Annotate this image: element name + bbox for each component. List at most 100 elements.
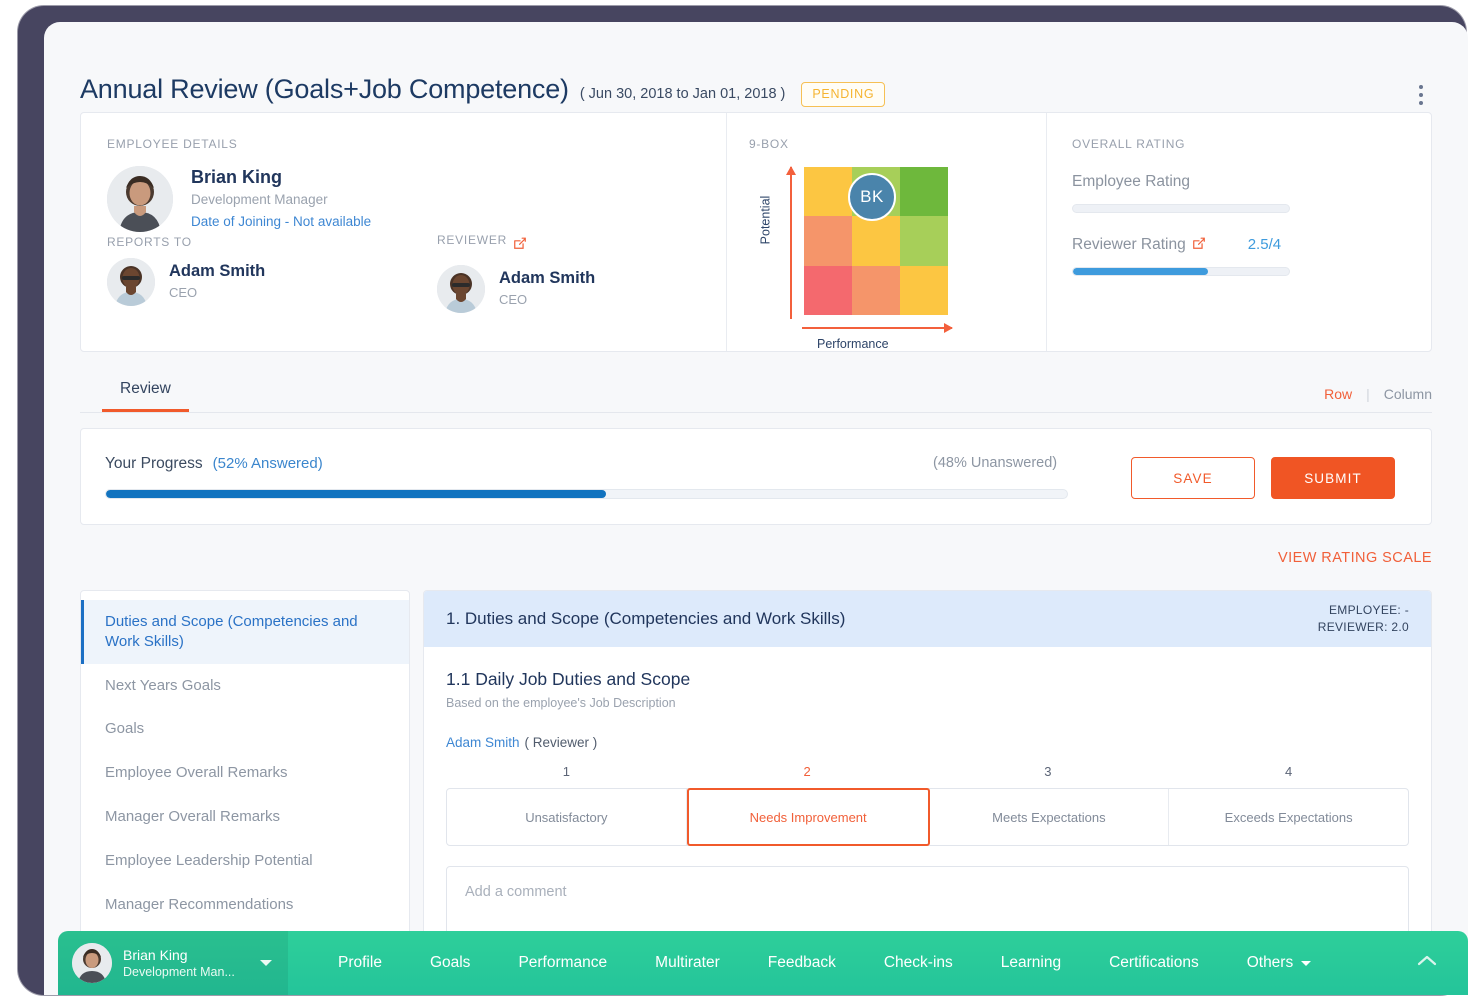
nine-box-cell-8 xyxy=(900,265,948,315)
section-content-card: 1. Duties and Scope (Competencies and Wo… xyxy=(423,590,1432,970)
chevron-up-icon[interactable] xyxy=(1416,954,1438,973)
view-mode-row[interactable]: Row xyxy=(1324,386,1352,402)
chevron-down-icon[interactable] xyxy=(260,960,272,966)
sidebar-item-3[interactable]: Employee Overall Remarks xyxy=(81,751,409,795)
nav-link-others[interactable]: Others xyxy=(1247,954,1312,972)
sidebar-item-4[interactable]: Manager Overall Remarks xyxy=(81,795,409,839)
potential-axis xyxy=(786,166,796,319)
nav-link-goals[interactable]: Goals xyxy=(430,954,471,972)
nav-link-performance[interactable]: Performance xyxy=(518,954,607,972)
reports-to-label: REPORTS TO xyxy=(107,235,192,249)
nav-link-label: Others xyxy=(1246,954,1294,971)
reports-to-block: REPORTS TO Adam Smith CEO xyxy=(107,233,437,313)
user-chip-role: Development Man... xyxy=(123,964,235,979)
progress-unanswered: (48% Unanswered) xyxy=(933,455,1058,471)
nav-link-multirater[interactable]: Multirater xyxy=(655,954,720,972)
user-chip[interactable]: Brian King Development Man... xyxy=(58,931,288,995)
employee-details-label: EMPLOYEE DETAILS xyxy=(107,137,238,151)
sidebar-item-6[interactable]: Manager Recommendations xyxy=(81,883,409,927)
view-mode-column[interactable]: Column xyxy=(1384,386,1432,402)
edit-square-icon[interactable] xyxy=(513,236,527,255)
nav-link-feedback[interactable]: Feedback xyxy=(768,954,836,972)
reports-to-name: Adam Smith xyxy=(169,262,266,281)
nav-link-label: Profile xyxy=(338,954,382,971)
scale-number-4: 4 xyxy=(1285,764,1293,779)
scale-option-2[interactable]: Needs Improvement xyxy=(686,788,930,846)
nav-link-label: Multirater xyxy=(655,954,720,971)
nav-link-label: Check-ins xyxy=(883,954,953,971)
sidebar-item-5[interactable]: Employee Leadership Potential xyxy=(81,839,409,883)
reviewer-rating-value: 2.5/4 xyxy=(1247,236,1282,253)
nine-box-cell-5 xyxy=(900,216,948,266)
review-period: ( Jun 30, 2018 to Jan 01, 2018 ) xyxy=(579,86,786,102)
nav-link-label: Performance xyxy=(518,954,608,971)
overall-rating-section: OVERALL RATING Employee Rating Reviewer … xyxy=(1046,113,1431,351)
progress-answered: (52% Answered) xyxy=(212,455,323,472)
reviewer-name: Adam Smith xyxy=(499,269,596,288)
scale-number-2: 2 xyxy=(803,764,811,779)
view-mode-toggle: Row | Column xyxy=(1324,386,1432,412)
reviewer-block: REVIEWER Adam Smith CEO xyxy=(437,233,595,313)
nav-link-check-ins[interactable]: Check-ins xyxy=(884,954,953,972)
reviewer-score: REVIEWER: 2.0 xyxy=(1317,620,1409,634)
question-block: 1.1 Daily Job Duties and Scope Based on … xyxy=(424,647,1431,938)
comment-input[interactable]: Add a comment xyxy=(446,866,1409,938)
rater-line: Adam Smith ( Reviewer ) xyxy=(446,735,1409,750)
nine-box-cell-4 xyxy=(852,216,900,266)
progress-card: Your Progress (52% Answered) (48% Unansw… xyxy=(80,428,1432,525)
scale-option-3[interactable]: Meets Expectations xyxy=(930,789,1170,845)
scale-option-4[interactable]: Exceeds Expectations xyxy=(1169,789,1408,845)
reviewer-rating-bar xyxy=(1072,267,1290,276)
nine-box-section: 9-BOX Potential Performance BK xyxy=(726,113,1046,351)
nav-link-label: Learning xyxy=(1000,954,1062,971)
page-title: Annual Review (Goals+Job Competence) xyxy=(80,74,569,104)
nine-box-label: 9-BOX xyxy=(749,137,789,151)
tab-review[interactable]: Review xyxy=(102,380,189,412)
employee-details-section: EMPLOYEE DETAILS Brian King Development … xyxy=(81,113,726,351)
y-axis-label: Potential xyxy=(758,195,773,245)
nine-box-marker[interactable]: BK xyxy=(848,173,896,221)
view-rating-scale-link[interactable]: VIEW RATING SCALE xyxy=(1278,550,1432,566)
avatar xyxy=(72,943,112,983)
nav-link-label: Feedback xyxy=(767,954,836,971)
rating-scale-options: Unsatisfactory Needs Improvement Meets Exp… xyxy=(446,788,1409,846)
nine-box-cell-0 xyxy=(804,167,852,217)
section-heading: 1. Duties and Scope (Competencies and Wo… xyxy=(446,609,846,628)
reviewer-label: REVIEWER xyxy=(437,233,508,247)
rater-role: ( Reviewer ) xyxy=(524,735,598,750)
nav-link-list: Profile Goals Performance Multirater Feedbac… xyxy=(314,954,1335,972)
chevron-down-icon xyxy=(1301,960,1312,966)
progress-title: Your Progress xyxy=(105,455,203,472)
view-mode-separator: | xyxy=(1366,386,1370,402)
sidebar-item-2[interactable]: Goals xyxy=(81,707,409,751)
sidebar-item-0[interactable]: Duties and Scope (Competencies and Work … xyxy=(81,600,409,664)
employee-score: EMPLOYEE: - xyxy=(1329,602,1409,617)
nine-box-cell-6 xyxy=(804,265,852,315)
progress-label-group: Your Progress (52% Answered) xyxy=(105,455,323,473)
nav-link-learning[interactable]: Learning xyxy=(1001,954,1061,972)
scale-option-1[interactable]: Unsatisfactory xyxy=(447,789,687,845)
nav-link-profile[interactable]: Profile xyxy=(338,954,382,972)
employee-person: Brian King Development Manager Date of J… xyxy=(107,165,726,232)
employee-rating-label: Employee Rating xyxy=(1072,173,1191,190)
app-screen: Annual Review (Goals+Job Competence) ( J… xyxy=(44,22,1468,995)
nav-link-certifications[interactable]: Certifications xyxy=(1109,954,1199,972)
edit-square-icon[interactable] xyxy=(1192,236,1206,255)
nav-link-label: Goals xyxy=(429,954,471,971)
rating-scale-numbers: 1 2 3 4 xyxy=(446,764,1409,779)
nav-link-label: Certifications xyxy=(1109,954,1199,971)
employee-name: Brian King xyxy=(191,167,283,187)
scale-number-1: 1 xyxy=(562,764,570,779)
bottom-navigation: Brian King Development Man... Profile Goa… xyxy=(58,931,1468,995)
reviewer-rating-label: Reviewer Rating xyxy=(1072,235,1186,253)
question-title: 1.1 Daily Job Duties and Scope xyxy=(446,669,691,689)
kebab-menu-icon[interactable] xyxy=(1410,82,1432,108)
nine-box-cell-3 xyxy=(804,216,852,266)
device-frame: Annual Review (Goals+Job Competence) ( J… xyxy=(18,6,1468,995)
submit-button[interactable]: SUBMIT xyxy=(1271,457,1395,499)
section-heading-bar: 1. Duties and Scope (Competencies and Wo… xyxy=(424,591,1431,647)
employee-rating-row: Employee Rating xyxy=(1072,173,1431,213)
sidebar-item-1[interactable]: Next Years Goals xyxy=(81,664,409,708)
save-button[interactable]: SAVE xyxy=(1131,457,1255,499)
rater-name[interactable]: Adam Smith xyxy=(446,735,520,750)
